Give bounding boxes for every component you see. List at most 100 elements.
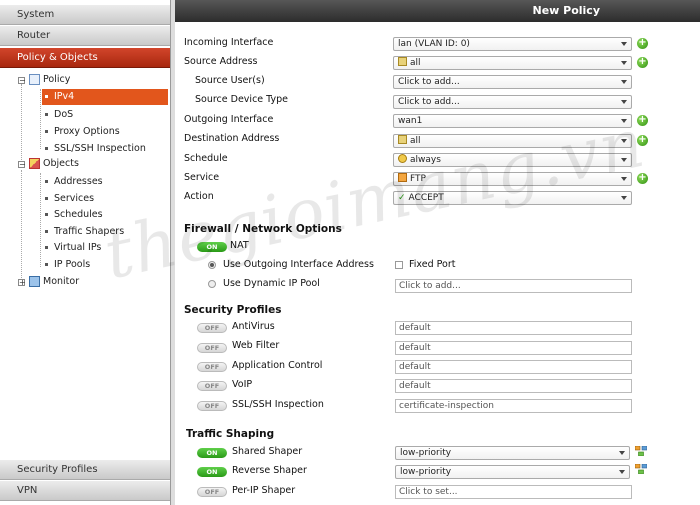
- address-object-icon: [398, 57, 407, 66]
- source-users-label: Source User(s): [195, 75, 265, 86]
- tree-schedules-label: Schedules: [54, 209, 103, 220]
- tree-addresses[interactable]: Addresses: [45, 174, 103, 190]
- tree-traffic-shapers-label: Traffic Shapers: [54, 226, 125, 237]
- source-users-select[interactable]: Click to add...: [393, 75, 632, 89]
- nat-toggle[interactable]: ON: [197, 242, 227, 252]
- antivirus-profile-input[interactable]: default: [395, 321, 632, 335]
- add-incoming-interface-icon[interactable]: +: [637, 38, 648, 49]
- per-ip-shaper-toggle[interactable]: OFF: [197, 487, 227, 497]
- use-outgoing-radio[interactable]: [208, 261, 216, 269]
- shared-shaper-select[interactable]: low-priority: [395, 446, 630, 460]
- tree-virtual-ips[interactable]: Virtual IPs: [45, 240, 101, 256]
- add-service-icon[interactable]: +: [637, 173, 648, 184]
- voip-label: VoIP: [232, 379, 253, 390]
- antivirus-label: AntiVirus: [232, 321, 275, 332]
- bullet-icon: [45, 180, 48, 183]
- service-label: Service: [184, 172, 220, 183]
- tree-proxy-options-label: Proxy Options: [54, 126, 120, 137]
- shaper-edit-icon[interactable]: [635, 464, 647, 474]
- tree-collapse-icon[interactable]: −: [18, 77, 26, 85]
- tree-schedules[interactable]: Schedules: [45, 207, 103, 223]
- outgoing-interface-label: Outgoing Interface: [184, 114, 274, 125]
- tree-collapse-icon[interactable]: −: [18, 161, 26, 169]
- web-filter-profile-input[interactable]: default: [395, 341, 632, 355]
- nav-vpn[interactable]: VPN: [0, 481, 170, 501]
- schedule-label: Schedule: [184, 153, 228, 164]
- outgoing-interface-value: wan1: [398, 116, 423, 126]
- bullet-icon: [45, 246, 48, 249]
- reverse-shaper-select[interactable]: low-priority: [395, 465, 630, 479]
- chevron-down-icon: [621, 158, 627, 162]
- add-destination-address-icon[interactable]: +: [637, 135, 648, 146]
- ssl-ssh-inspection-toggle[interactable]: OFF: [197, 401, 227, 411]
- ssl-ssh-inspection-profile-input[interactable]: certificate-inspection: [395, 399, 632, 413]
- shared-shaper-value: low-priority: [400, 448, 452, 458]
- source-address-label: Source Address: [184, 56, 258, 67]
- destination-address-select[interactable]: all: [393, 134, 632, 148]
- chevron-down-icon: [621, 100, 627, 104]
- tree-traffic-shapers[interactable]: Traffic Shapers: [45, 224, 124, 240]
- shared-shaper-label: Shared Shaper: [232, 446, 303, 457]
- application-control-toggle[interactable]: OFF: [197, 362, 227, 372]
- add-outgoing-interface-icon[interactable]: +: [637, 115, 648, 126]
- per-ip-shaper-input[interactable]: Click to set...: [395, 485, 632, 499]
- application-control-label: Application Control: [232, 360, 323, 371]
- tree-ip-pools[interactable]: IP Pools: [45, 257, 90, 273]
- fixed-port-checkbox[interactable]: [395, 261, 403, 269]
- action-select[interactable]: ✓ ACCEPT: [393, 191, 632, 205]
- tree-proxy-options[interactable]: Proxy Options: [45, 124, 120, 140]
- add-source-address-icon[interactable]: +: [637, 57, 648, 68]
- voip-profile-input[interactable]: default: [395, 379, 632, 393]
- shaper-edit-icon[interactable]: [635, 446, 647, 456]
- chevron-down-icon: [619, 470, 625, 474]
- nav-security-profiles[interactable]: Security Profiles: [0, 460, 170, 480]
- nav-system[interactable]: System: [0, 5, 170, 25]
- incoming-interface-select[interactable]: lan (VLAN ID: 0): [393, 37, 632, 51]
- chevron-down-icon: [621, 177, 627, 181]
- outgoing-interface-select[interactable]: wan1: [393, 114, 632, 128]
- service-select[interactable]: FTP: [393, 172, 632, 186]
- security-profiles-heading: Security Profiles: [184, 304, 282, 316]
- tree-objects[interactable]: Objects: [29, 156, 79, 172]
- web-filter-toggle[interactable]: OFF: [197, 343, 227, 353]
- tree-dos[interactable]: DoS: [45, 107, 73, 123]
- tree-virtual-ips-label: Virtual IPs: [54, 242, 102, 253]
- policy-folder-icon: [29, 74, 40, 85]
- bullet-icon: [45, 197, 48, 200]
- application-control-profile-input[interactable]: default: [395, 360, 632, 374]
- traffic-shaping-heading: Traffic Shaping: [186, 428, 275, 440]
- dynamic-ip-pool-input[interactable]: Click to add...: [395, 279, 632, 293]
- tree-ssl-ssh-label: SSL/SSH Inspection: [54, 143, 146, 154]
- source-device-type-select[interactable]: Click to add...: [393, 95, 632, 109]
- bullet-icon: [45, 95, 48, 98]
- reverse-shaper-toggle[interactable]: ON: [197, 467, 227, 477]
- tree-services[interactable]: Services: [45, 191, 94, 207]
- nav-policy-objects[interactable]: Policy & Objects: [0, 48, 170, 68]
- tree-monitor-label: Monitor: [43, 276, 80, 287]
- chevron-down-icon: [621, 42, 627, 46]
- nat-label: NAT: [230, 240, 249, 251]
- chevron-down-icon: [619, 451, 625, 455]
- nav-router[interactable]: Router: [0, 26, 170, 46]
- ssl-ssh-inspection-label: SSL/SSH Inspection: [232, 399, 324, 410]
- tree-addresses-label: Addresses: [54, 176, 103, 187]
- antivirus-toggle[interactable]: OFF: [197, 323, 227, 333]
- voip-toggle[interactable]: OFF: [197, 381, 227, 391]
- chevron-down-icon: [621, 61, 627, 65]
- bullet-icon: [45, 213, 48, 216]
- tree-services-label: Services: [54, 193, 95, 204]
- tree-policy[interactable]: Policy: [29, 72, 70, 88]
- tree-ssl-ssh-inspection[interactable]: SSL/SSH Inspection: [45, 141, 146, 157]
- tree-expand-icon[interactable]: +: [18, 279, 26, 287]
- tree-monitor[interactable]: Monitor: [29, 274, 79, 290]
- objects-icon: [29, 158, 40, 169]
- reverse-shaper-value: low-priority: [400, 467, 452, 477]
- shared-shaper-toggle[interactable]: ON: [197, 448, 227, 458]
- tree-ipv4[interactable]: IPv4: [42, 89, 168, 105]
- use-dynamic-ip-radio[interactable]: [208, 280, 216, 288]
- fixed-port-label: Fixed Port: [409, 259, 456, 270]
- source-address-select[interactable]: all: [393, 56, 632, 70]
- bullet-icon: [45, 230, 48, 233]
- schedule-select[interactable]: always: [393, 153, 632, 167]
- use-outgoing-label: Use Outgoing Interface Address: [223, 259, 374, 270]
